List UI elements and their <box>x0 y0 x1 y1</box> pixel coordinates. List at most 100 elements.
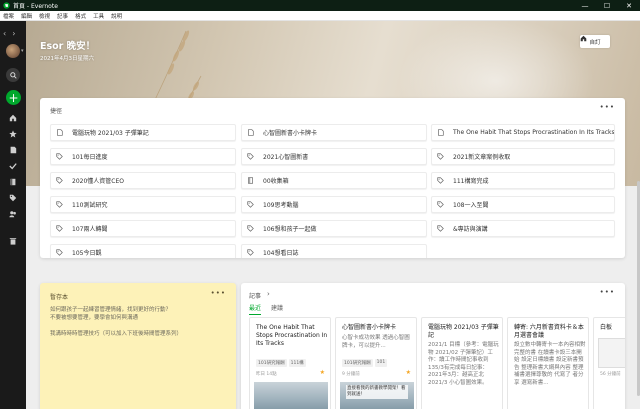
shortcut-item[interactable]: 107兩人轉聞 <box>50 220 236 237</box>
shortcut-label: 心智圖新書小卡牌卡 <box>263 130 318 137</box>
tag-icon <box>55 177 63 185</box>
shortcut-item[interactable]: 00收集箱 <box>241 172 427 189</box>
evernote-logo-icon <box>3 2 10 9</box>
left-rail: ‹ › ▾ + <box>0 21 26 409</box>
shortcut-item[interactable]: 108一入至聞 <box>431 196 615 213</box>
avatar[interactable] <box>6 44 20 58</box>
shortcut-item[interactable]: The One Habit That Stops Procrastination… <box>431 124 615 141</box>
note-snippet: 設立數中轉寄卡一本內容相對完整的書 在讀書卡設三本開始 設定日標讀書 設定新書預… <box>514 342 586 386</box>
chevron-down-icon[interactable]: ▾ <box>21 48 24 54</box>
tag-icon <box>436 177 444 185</box>
history-nav: ‹ › <box>3 29 15 38</box>
notes-icon[interactable] <box>8 145 18 155</box>
shortcut-item[interactable]: 106想和孩子一起做 <box>241 220 427 237</box>
close-button[interactable]: ✕ <box>618 0 640 11</box>
note-card[interactable]: 心智圖新書小卡牌卡 心智卡成功效果 透過心智圖牌卡，可以提升... 101研究報… <box>335 317 417 409</box>
tag-icon <box>55 201 63 209</box>
tag-icon[interactable] <box>8 193 18 203</box>
shortcut-item[interactable]: 2021新文章案例收取 <box>431 148 615 165</box>
note-tag[interactable]: 101 <box>374 359 388 367</box>
tag-icon <box>55 153 63 161</box>
note-snippet: 心智卡成功效果 透過心智圖牌卡，可以提升... <box>342 335 410 349</box>
customize-label: 自訂 <box>589 39 601 46</box>
shortcut-label: 電腦玩物 2021/03 子彈筆記 <box>72 130 149 137</box>
note-card[interactable]: 轉寄: 六月新書資料卡＆本月選書會議 設立數中轉寄卡一本內容相對完整的書 在讀書… <box>507 317 589 409</box>
maximize-button[interactable]: ☐ <box>596 0 618 11</box>
customize-button[interactable]: 自訂 <box>580 35 610 48</box>
search-button[interactable] <box>6 68 20 82</box>
window-titlebar: 首頁 - Evernote — ☐ ✕ <box>0 0 640 11</box>
note-tag[interactable]: 101研究報酬 <box>342 359 373 367</box>
note-icon <box>246 129 254 137</box>
menu-view[interactable]: 檢視 <box>39 12 50 20</box>
scratch-pad-text[interactable]: 如何跟孩子一起練習管理情緒，找到更好的行動？ 不要被想要管理，要學會如何與溝通 我… <box>50 306 228 346</box>
notebook-icon[interactable] <box>8 177 18 187</box>
note-date: 9 分鐘前 <box>342 372 360 377</box>
tab-suggested[interactable]: 建議 <box>271 303 283 312</box>
home-main: Esor 晚安！ 2021年4月3日星期六 自訂 捷徑 ••• 電腦玩物 202… <box>26 21 640 409</box>
note-thumbnail <box>254 382 328 409</box>
menu-tools[interactable]: 工具 <box>93 12 104 20</box>
note-title: 轉寄: 六月新書資料卡＆本月選書會議 <box>514 324 584 339</box>
back-arrow-icon[interactable]: ‹ <box>3 29 6 38</box>
shortcut-item[interactable]: 電腦玩物 2021/03 子彈筆記 <box>50 124 236 141</box>
shortcut-label: 109思考動腦 <box>263 202 299 209</box>
tag-icon <box>55 249 63 257</box>
menu-edit[interactable]: 編輯 <box>21 12 32 20</box>
note-snippet: 2021/1 目標（參考：電腦玩物 2021/02 子彈筆記）工作：讀工作時間記… <box>428 342 499 386</box>
shortcut-item[interactable]: &專訪與演講 <box>431 220 615 237</box>
note-title: 電腦玩物 2021/03 子彈筆記 <box>428 324 499 339</box>
shortcut-label: 110測試研究 <box>72 202 108 209</box>
more-options-icon[interactable]: ••• <box>211 289 226 297</box>
shortcuts-title: 捷徑 <box>50 108 63 115</box>
shortcut-label: 2021心智圖新書 <box>263 154 309 161</box>
shortcut-item[interactable]: 111構寫完成 <box>431 172 615 189</box>
note-date: 56 分鐘前 <box>600 372 621 377</box>
shortcut-label: &專訪與演講 <box>453 226 488 233</box>
notes-title[interactable]: 記事 <box>249 291 261 300</box>
note-card[interactable]: The One Habit That Stops Procrastination… <box>249 317 331 409</box>
shared-icon[interactable] <box>8 209 18 219</box>
shortcut-label: 00收集箱 <box>263 178 289 185</box>
menu-help[interactable]: 說明 <box>111 12 122 20</box>
check-icon[interactable] <box>8 161 18 171</box>
shortcut-item[interactable]: 2020懂人資管CEO <box>50 172 236 189</box>
scratch-line: 我溝時時時管理技巧（可以加入下班後時間管理系列） <box>50 331 183 337</box>
menu-note[interactable]: 記事 <box>57 12 68 20</box>
shortcut-label: 106想和孩子一起做 <box>263 226 317 233</box>
forward-arrow-icon[interactable]: › <box>12 29 15 38</box>
new-note-button[interactable]: + <box>6 90 21 105</box>
shortcut-item[interactable]: 101每日進度 <box>50 148 236 165</box>
star-icon[interactable]: ★ <box>320 369 325 376</box>
more-options-icon[interactable]: ••• <box>600 288 615 296</box>
note-icon <box>55 129 63 137</box>
tag-icon <box>246 153 254 161</box>
shortcut-item[interactable]: 110測試研究 <box>50 196 236 213</box>
note-tags: 101研究報酬 101 <box>342 359 388 367</box>
note-card[interactable]: 白板 56 分鐘前 <box>593 317 625 409</box>
shortcut-item[interactable]: 104想看日誌 <box>241 244 427 258</box>
star-icon[interactable]: ★ <box>406 369 411 376</box>
shortcut-item[interactable]: 2021心智圖新書 <box>241 148 427 165</box>
note-tag[interactable]: 111構 <box>288 359 306 367</box>
menu-format[interactable]: 格式 <box>75 12 86 20</box>
notes-widget: 記事 › ••• 最近 建議 The One Habit That Stops … <box>241 283 625 409</box>
shortcut-item[interactable]: 心智圖新書小卡牌卡 <box>241 124 427 141</box>
shortcut-item[interactable]: 109思考動腦 <box>241 196 427 213</box>
menu-file[interactable]: 檔案 <box>3 12 14 20</box>
scratch-pad-title: 暫存本 <box>50 294 69 301</box>
home-icon[interactable] <box>8 113 18 123</box>
minimize-button[interactable]: — <box>574 0 596 11</box>
whiteboard-thumbnail <box>598 338 625 368</box>
more-options-icon[interactable]: ••• <box>600 103 615 111</box>
note-title: 白板 <box>600 324 613 331</box>
window-title: 首頁 - Evernote <box>13 3 58 10</box>
trash-icon[interactable] <box>8 236 18 246</box>
note-tag[interactable]: 101研究報酬 <box>256 359 287 367</box>
scratch-line: 不要被想要管理，要學會如何與溝通 <box>50 315 139 321</box>
tab-recent[interactable]: 最近 <box>249 303 262 315</box>
note-card[interactable]: 電腦玩物 2021/03 子彈筆記 2021/1 目標（參考：電腦玩物 2021… <box>421 317 503 409</box>
shortcut-item[interactable]: 105今日觀 <box>50 244 236 258</box>
star-icon[interactable] <box>8 129 18 139</box>
chevron-right-icon[interactable]: › <box>267 290 270 298</box>
